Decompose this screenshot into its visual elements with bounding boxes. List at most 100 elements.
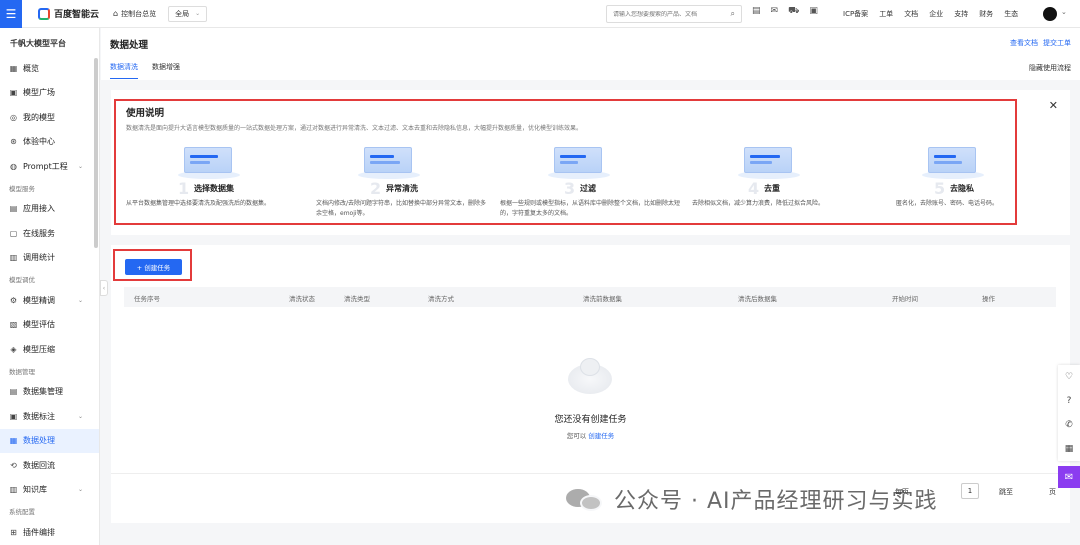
top-link-finance[interactable]: 财务 <box>979 9 993 19</box>
baidu-cloud-logo-icon <box>38 7 50 20</box>
sidebar-item-dataset[interactable]: ▤ 数据集管理 <box>0 380 99 405</box>
step-number: 4 <box>748 179 760 198</box>
sidebar-item-data-process[interactable]: ▦ 数据处理 <box>0 428 99 453</box>
page-suffix-label: 页 <box>1049 488 1056 496</box>
hide-flow-link[interactable]: 隐藏使用流程 <box>1029 63 1071 73</box>
sidebar-item-my-model[interactable]: ◎ 我的模型 <box>0 105 99 130</box>
brand-logo[interactable]: 百度智能云 <box>38 7 99 20</box>
submit-ticket-link[interactable]: 提交工单 <box>1043 38 1071 48</box>
chevron-down-icon: ⌄ <box>195 10 201 17</box>
sidebar-item-label: 数据回流 <box>23 460 55 470</box>
chevron-down-icon: ⌄ <box>77 162 83 170</box>
prompt-icon: ◍ <box>10 161 17 171</box>
hamburger-menu-icon[interactable]: ☰ <box>0 0 22 28</box>
search-icon[interactable]: ⌕ <box>731 9 735 19</box>
region-select[interactable]: 全局 ⌄ <box>168 5 208 22</box>
step-description: 从平台数据集管理中选择要清洗及配强洗后的数据集。 <box>126 200 271 207</box>
sidebar-item-label: 模型精调 <box>23 295 55 305</box>
sidebar-item-annotate[interactable]: ▣ 数据标注 ⌄ <box>0 404 99 429</box>
sidebar-item-label: 我的模型 <box>23 112 55 122</box>
my-model-icon: ◎ <box>10 112 17 122</box>
guide-title: 使用说明 <box>126 108 165 119</box>
step-description: 根据一些规则或模型指标，从语料库中删除整个文档，比如删除太短的，字符重复太多的文… <box>500 200 681 217</box>
empty-state-cloud-icon <box>568 358 612 394</box>
data-backflow-icon: ⟲ <box>10 460 17 470</box>
create-highlight-box: + 创建任务 <box>113 249 192 281</box>
floating-toolbar: ♡ ? ✆ ▦ <box>1058 365 1080 461</box>
platform-title: 千帆大模型平台 <box>10 39 66 48</box>
sidebar-item-online-service[interactable]: ▢ 在线服务 <box>0 221 99 246</box>
view-docs-link[interactable]: 查看文档 <box>1010 38 1038 48</box>
dedup-illustration-icon <box>736 143 802 183</box>
icp-icon[interactable]: ▣ <box>809 6 818 17</box>
qr-code-icon[interactable]: ▦ <box>1065 444 1074 454</box>
close-icon[interactable]: ✕ <box>1049 99 1058 112</box>
search-input[interactable] <box>613 10 725 18</box>
chevron-down-icon[interactable]: ⌄ <box>1061 8 1067 16</box>
heart-icon[interactable]: ♡ <box>1065 372 1073 382</box>
chat-icon[interactable]: ✉ <box>1058 466 1080 488</box>
step-number: 3 <box>564 179 576 198</box>
phone-icon[interactable]: ✆ <box>1065 420 1073 430</box>
top-link-support[interactable]: 支持 <box>954 9 968 19</box>
sidebar-item-label: 应用接入 <box>23 204 55 214</box>
fine-tune-icon: ⚙ <box>9 295 18 305</box>
sidebar-item-evaluate[interactable]: ▧ 模型评估 <box>0 313 99 338</box>
top-link-ticket[interactable]: 工单 <box>879 9 893 19</box>
region-value: 全局 <box>175 9 190 18</box>
step-description: 去除相似文档，减少算力浪费，降低过拟合风险。 <box>692 200 825 207</box>
column-header: 清洗前数据集 <box>583 295 622 303</box>
sidebar-item-prompt[interactable]: ◍ Prompt工程 ⌄ <box>0 154 99 179</box>
top-link-enterprise[interactable]: 企业 <box>929 9 943 19</box>
top-link-icp[interactable]: ICP备案 <box>843 9 868 19</box>
data-process-icon: ▦ <box>9 436 18 446</box>
sidebar-collapse-chevron-icon[interactable]: ‹ <box>100 280 108 296</box>
watermark: 公众号 · AI产品经理研习与实践 <box>566 483 938 515</box>
step-description: 文档内修改/去除问题字符串，比如替换中部分异常文本，删除多余空格，emoji等。 <box>316 200 487 217</box>
top-links: ICP备案 工单 文档 企业 支持 财务 生态 <box>843 9 1018 19</box>
sidebar-item-label: 数据处理 <box>23 436 55 446</box>
tab-data-cleaning[interactable]: 数据清洗 <box>110 62 138 79</box>
sidebar-scrollbar[interactable] <box>94 58 98 248</box>
cart-icon[interactable]: ⛟ <box>788 6 799 17</box>
sidebar-item-overview[interactable]: ▦ 概览 <box>0 56 99 81</box>
sidebar-item-label: 概览 <box>23 63 39 73</box>
top-link-ecosystem[interactable]: 生态 <box>1004 9 1018 19</box>
top-link-docs[interactable]: 文档 <box>904 9 918 19</box>
console-overview-link[interactable]: ⌂ 控制台总览 <box>113 9 156 19</box>
create-task-button[interactable]: + 创建任务 <box>125 259 182 275</box>
sidebar-item-label: 数据标注 <box>23 411 55 421</box>
empty-state-subtitle: 您可以 创建任务 <box>111 430 1070 440</box>
sidebar-group-tuning: 模型调优 <box>9 276 35 284</box>
sidebar-item-plugin[interactable]: ⊞ 插件编排 <box>0 520 99 545</box>
avatar[interactable] <box>1043 7 1057 21</box>
sidebar-item-compress[interactable]: ◈ 模型压缩 <box>0 337 99 362</box>
sidebar-group-data: 数据管理 <box>9 367 35 376</box>
sidebar-item-experience[interactable]: ⊛ 体验中心 <box>0 130 99 155</box>
terminal-icon[interactable]: ▤ <box>752 6 761 17</box>
empty-create-task-link[interactable]: 创建任务 <box>588 432 614 440</box>
step-name: 异常清洗 <box>386 184 418 193</box>
column-header: 任务序号 <box>134 295 160 303</box>
sidebar-item-model-square[interactable]: ▣ 模型广场 <box>0 81 99 106</box>
sidebar-item-stats[interactable]: ▥ 调用统计 <box>0 246 99 271</box>
help-icon[interactable]: ? <box>1067 396 1072 406</box>
sidebar-item-app-access[interactable]: ▤ 应用接入 <box>0 197 99 222</box>
home-icon: ⌂ <box>113 9 119 18</box>
chevron-down-icon: ⌄ <box>77 296 83 304</box>
global-search: ⌕ <box>606 5 742 23</box>
sidebar-item-label: 模型评估 <box>23 320 55 330</box>
current-page[interactable]: 1 <box>961 483 979 499</box>
knowledge-icon: ▥ <box>9 485 18 495</box>
brand-name: 百度智能云 <box>54 10 100 20</box>
console-overview-label: 控制台总览 <box>121 9 157 18</box>
message-icon[interactable]: ✉ <box>771 6 779 17</box>
sidebar-item-label: 插件编排 <box>23 527 55 537</box>
sidebar-item-knowledge[interactable]: ▥ 知识库 ⌄ <box>0 478 99 503</box>
sidebar-item-fine-tune[interactable]: ⚙ 模型精调 ⌄ <box>0 288 99 313</box>
sidebar-item-data-backflow[interactable]: ⟲ 数据回流 <box>0 453 99 478</box>
page-title: 数据处理 <box>110 40 149 51</box>
tab-data-augmentation[interactable]: 数据增强 <box>152 62 180 79</box>
sidebar-item-label: 知识库 <box>23 485 47 495</box>
experience-icon: ⊛ <box>10 137 17 147</box>
